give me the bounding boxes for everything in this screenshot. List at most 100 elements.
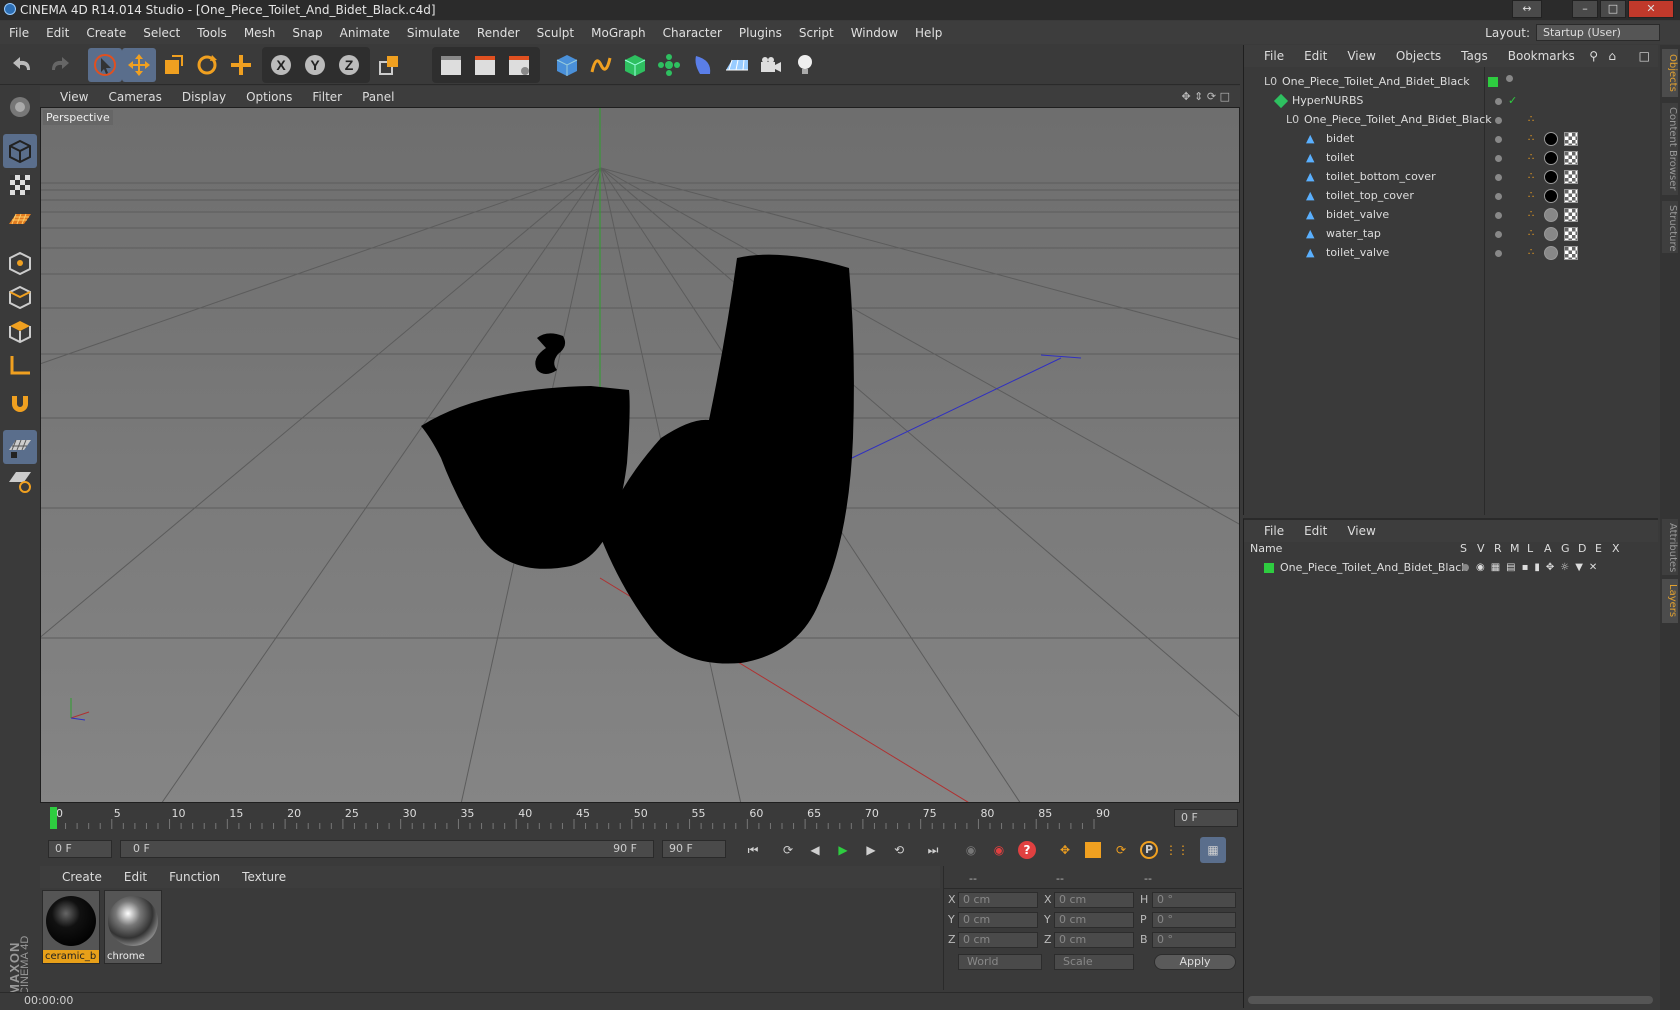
phong-tag-icon[interactable]: ∴ bbox=[1528, 224, 1534, 244]
size-y-field[interactable]: 0 cm bbox=[1054, 912, 1134, 928]
layout-dropdown[interactable]: Startup (User) bbox=[1536, 24, 1660, 41]
go-to-end-icon[interactable]: ⏭ bbox=[920, 837, 946, 863]
maximize-button[interactable]: □ bbox=[1600, 0, 1626, 18]
layer-row[interactable]: One_Piece_Toilet_And_Bidet_Black ◉▦▤▪▮✥☼… bbox=[1244, 559, 1659, 577]
visibility-dot[interactable] bbox=[1495, 98, 1502, 105]
viewport-menu-display[interactable]: Display bbox=[182, 90, 226, 104]
go-to-start-icon[interactable]: ⏮ bbox=[740, 837, 766, 863]
visibility-dot[interactable] bbox=[1495, 117, 1502, 124]
object-row[interactable]: ▲ bidet ∴ bbox=[1244, 129, 1659, 149]
rot-p-field[interactable]: 0 ° bbox=[1152, 912, 1236, 928]
menu-animate[interactable]: Animate bbox=[340, 26, 390, 40]
object-row[interactable]: ▲ water_tap ∴ bbox=[1244, 224, 1659, 244]
viewport-menu-panel[interactable]: Panel bbox=[362, 90, 394, 104]
object-row[interactable]: ▲ bidet_valve ∴ bbox=[1244, 205, 1659, 225]
om-menu-edit[interactable]: Edit bbox=[1304, 49, 1327, 63]
undo-icon[interactable] bbox=[6, 48, 40, 82]
menu-tools[interactable]: Tools bbox=[197, 26, 227, 40]
pos-x-field[interactable]: 0 cm bbox=[958, 892, 1038, 908]
material-menu-edit[interactable]: Edit bbox=[124, 870, 147, 884]
menu-simulate[interactable]: Simulate bbox=[407, 26, 460, 40]
visibility-dot[interactable] bbox=[1495, 212, 1502, 219]
rot-b-field[interactable]: 0 ° bbox=[1152, 932, 1236, 948]
visibility-dot[interactable] bbox=[1495, 155, 1502, 162]
key-move-icon[interactable]: ✥ bbox=[1052, 837, 1078, 863]
material-tag-icon[interactable] bbox=[1544, 132, 1558, 146]
viewport-menu-cameras[interactable]: Cameras bbox=[108, 90, 161, 104]
play-icon[interactable]: ▶ bbox=[830, 837, 856, 863]
menu-sculpt[interactable]: Sculpt bbox=[537, 26, 574, 40]
material-menu-create[interactable]: Create bbox=[62, 870, 102, 884]
close-button[interactable]: ✕ bbox=[1628, 0, 1674, 18]
rotate-icon[interactable] bbox=[190, 48, 224, 82]
timeline-ruler[interactable]: 0 5 10 15 20 25 30 35 40 45 50 55 60 65 70 75 80 85 90 0 F bbox=[40, 805, 1240, 835]
menu-character[interactable]: Character bbox=[663, 26, 722, 40]
phong-tag-icon[interactable]: ∴ bbox=[1528, 243, 1534, 263]
om-menu-tags[interactable]: Tags bbox=[1461, 49, 1488, 63]
viewport-menu-options[interactable]: Options bbox=[246, 90, 292, 104]
minimize-button[interactable]: – bbox=[1572, 0, 1598, 18]
tab-layers[interactable]: Layers bbox=[1662, 579, 1678, 623]
key-param-icon[interactable]: P bbox=[1136, 837, 1162, 863]
menu-help[interactable]: Help bbox=[915, 26, 942, 40]
scale-dropdown[interactable]: Scale bbox=[1054, 954, 1134, 970]
om-home-icon[interactable]: ⌂ bbox=[1608, 49, 1616, 63]
snap-magnet-icon[interactable] bbox=[3, 386, 37, 420]
object-row[interactable]: ▲ toilet_valve ∴ bbox=[1244, 243, 1659, 263]
autokey-icon[interactable]: ◉ bbox=[986, 837, 1012, 863]
move-icon[interactable] bbox=[122, 48, 156, 82]
viewport-nav-icons[interactable]: ✥ ⇕ ⟳ □ bbox=[1181, 90, 1230, 103]
object-row[interactable]: ▲ toilet_bottom_cover ∴ bbox=[1244, 167, 1659, 187]
restore-layout-button[interactable]: ↔ bbox=[1512, 0, 1542, 18]
enabled-check-icon[interactable]: ✓ bbox=[1508, 91, 1517, 111]
uvw-tag-icon[interactable] bbox=[1564, 189, 1578, 203]
key-rotate-icon[interactable]: ⟳ bbox=[1108, 837, 1134, 863]
om-menu-objects[interactable]: Objects bbox=[1396, 49, 1441, 63]
uvw-tag-icon[interactable] bbox=[1564, 170, 1578, 184]
uvw-tag-icon[interactable] bbox=[1564, 151, 1578, 165]
menu-edit[interactable]: Edit bbox=[46, 26, 69, 40]
object-row[interactable]: ▲ toilet ∴ bbox=[1244, 148, 1659, 168]
make-editable-icon[interactable] bbox=[3, 90, 37, 124]
range-slider[interactable]: 0 F 90 F bbox=[120, 840, 654, 858]
timeline-window-icon[interactable]: ▦ bbox=[1200, 837, 1226, 863]
light-icon[interactable] bbox=[788, 48, 822, 82]
end-frame-field[interactable]: 90 F bbox=[662, 840, 726, 858]
x-axis-icon[interactable]: X bbox=[264, 48, 298, 82]
menu-window[interactable]: Window bbox=[851, 26, 898, 40]
model-mode-icon[interactable] bbox=[3, 134, 37, 168]
viewport-label[interactable]: Perspective bbox=[43, 110, 113, 125]
viewport-menu-filter[interactable]: Filter bbox=[312, 90, 342, 104]
quantize-icon[interactable] bbox=[3, 464, 37, 498]
layer-color-swatch[interactable] bbox=[1488, 77, 1498, 87]
current-frame-field[interactable]: 0 F bbox=[1174, 809, 1238, 827]
record-off-icon[interactable]: ◉ bbox=[958, 837, 984, 863]
edges-mode-icon[interactable] bbox=[3, 280, 37, 314]
render-settings-icon[interactable] bbox=[502, 48, 536, 82]
visibility-dot[interactable] bbox=[1495, 136, 1502, 143]
tab-content-browser[interactable]: Content Browser bbox=[1662, 103, 1678, 195]
y-axis-icon[interactable]: Y bbox=[298, 48, 332, 82]
material-tag-icon[interactable] bbox=[1544, 151, 1558, 165]
layer-flags-icons[interactable]: ◉▦▤▪▮✥☼▼✕ bbox=[1476, 559, 1603, 577]
material-menu-texture[interactable]: Texture bbox=[242, 870, 286, 884]
visibility-dot[interactable] bbox=[1495, 250, 1502, 257]
material-tag-icon[interactable] bbox=[1544, 208, 1558, 222]
om-menu-bookmarks[interactable]: Bookmarks bbox=[1508, 49, 1575, 63]
live-selection-icon[interactable] bbox=[88, 48, 122, 82]
phong-tag-icon[interactable]: ∴ bbox=[1528, 148, 1534, 168]
lm-menu-file[interactable]: File bbox=[1264, 524, 1284, 538]
menu-select[interactable]: Select bbox=[143, 26, 180, 40]
nurbs-icon[interactable] bbox=[618, 48, 652, 82]
om-expand-icon[interactable]: □ bbox=[1639, 49, 1650, 63]
tab-attributes[interactable]: Attributes bbox=[1662, 519, 1678, 575]
loop-back-icon[interactable]: ⟳ bbox=[775, 837, 801, 863]
apply-button[interactable]: Apply bbox=[1154, 954, 1236, 970]
camera-icon[interactable] bbox=[754, 48, 788, 82]
spline-icon[interactable] bbox=[584, 48, 618, 82]
uvw-tag-icon[interactable] bbox=[1564, 132, 1578, 146]
z-axis-icon[interactable]: Z bbox=[332, 48, 366, 82]
step-forward-icon[interactable]: ▶​ bbox=[858, 837, 884, 863]
om-search-icon[interactable]: ⚲ bbox=[1589, 49, 1598, 63]
material-tag-icon[interactable] bbox=[1544, 189, 1558, 203]
